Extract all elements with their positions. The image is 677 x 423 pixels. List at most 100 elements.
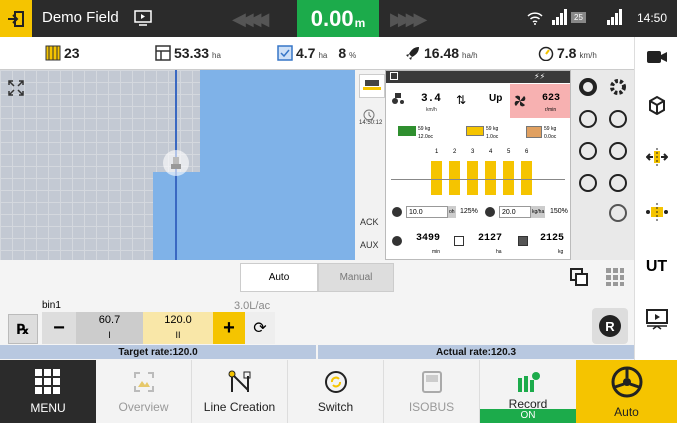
section-bar[interactable] <box>431 161 442 195</box>
softkey-rate5-icon[interactable] <box>579 174 597 192</box>
vt-menu-icon[interactable] <box>390 72 398 80</box>
target-rate-bar: Target rate:120.0 <box>0 345 316 359</box>
section-number: 5 <box>507 149 511 155</box>
record-icon <box>518 372 540 392</box>
counter2-unit: ha <box>496 249 502 255</box>
section-bar[interactable] <box>449 161 460 195</box>
rate-mode-button[interactable]: R <box>592 308 628 344</box>
prescription-button[interactable]: ℞ <box>8 314 38 344</box>
tank2-icon <box>466 126 484 136</box>
section-bar[interactable] <box>521 161 532 195</box>
mode-auto-button[interactable]: Auto <box>240 263 318 292</box>
line-creation-button[interactable]: Line Creation <box>192 360 288 423</box>
worked-area-value: 4.7 <box>296 45 316 61</box>
fan-icon <box>514 95 526 107</box>
record-button[interactable]: Record ON <box>480 360 576 423</box>
exit-button[interactable] <box>0 0 32 37</box>
iso-time: 14:50:12 <box>359 120 383 126</box>
steer-left-arrows-icon: ◀◀◀◀ <box>232 9 269 29</box>
layers-icon[interactable] <box>570 268 588 291</box>
target-rate: Target rate:120.0 <box>118 346 198 358</box>
ut-button[interactable]: UT <box>635 247 677 287</box>
coverage-strip <box>153 172 203 260</box>
aux-label[interactable]: AUX <box>360 240 379 250</box>
section-number: 6 <box>525 149 529 155</box>
actual-rate: Actual rate:120.3 <box>435 346 517 358</box>
top-bar: Demo Field ◀◀◀◀ 0.00 m ▶▶▶▶ 25 14:50 <box>0 0 677 37</box>
field-name[interactable]: Demo Field <box>42 9 119 26</box>
counter-row: 3499 min 2127 ha 2125 kg <box>386 226 570 260</box>
boom-button[interactable] <box>635 192 677 232</box>
section-bar[interactable] <box>485 161 496 195</box>
rate-right-percent: 150% <box>550 208 568 215</box>
vt-mask: ⚡⚡ 3.4 km/h ⇅ Up 623 r/min 59 kg 12.0oc … <box>385 70 571 260</box>
softkey-rate2-icon[interactable] <box>609 110 627 128</box>
refresh-button[interactable]: ⟳ <box>245 312 275 344</box>
decrease-button[interactable]: − <box>42 312 76 344</box>
counter1-value: 3499 <box>416 233 441 244</box>
isobus-icon <box>421 370 442 393</box>
counter3-unit: kg <box>558 249 564 255</box>
tank2-value: 59 kg <box>486 126 498 132</box>
vt-header: ⚡⚡ <box>386 71 570 83</box>
softkey-rate6-icon[interactable] <box>609 174 627 192</box>
menu-button[interactable]: MENU <box>0 360 96 423</box>
softkey-rate3-icon[interactable] <box>579 142 597 160</box>
section-number: 4 <box>489 149 493 155</box>
3d-view-button[interactable] <box>635 85 677 125</box>
bottom-nav: MENU Overview Line Creation Switch ISOBU… <box>0 360 677 423</box>
rate-right-icon <box>485 207 495 217</box>
mode-manual-button[interactable]: Manual <box>318 263 394 292</box>
rate-right-value[interactable]: 20.0 <box>499 206 531 218</box>
value-right-box[interactable]: 120.0 II <box>143 312 213 344</box>
isobus-button[interactable]: ISOBUS <box>384 360 480 423</box>
softkey-record-icon[interactable] <box>579 78 597 96</box>
boom-line <box>391 179 565 180</box>
speed-value: 0.00 <box>310 5 354 31</box>
actual-rate-bar: Actual rate:120.3 <box>318 345 634 359</box>
softkey-rate4-icon[interactable] <box>609 142 627 160</box>
stats-bar: 23 53.33 ha 4.7 ha 8% 16.48 ha/h 7.8 km/h <box>0 37 634 70</box>
speedometer-icon <box>538 46 554 61</box>
softkey-calibrate-icon[interactable] <box>609 204 627 222</box>
average-speed-value: 7.8 <box>557 45 577 61</box>
fullscreen-icon[interactable] <box>8 80 24 101</box>
speed-unit: m <box>354 15 366 30</box>
field-area-value: 53.33 <box>174 45 210 61</box>
section-number: 2 <box>453 149 457 155</box>
auto-steer-button[interactable]: Auto <box>576 360 677 423</box>
coverage-area <box>200 70 355 260</box>
softkey-settings-icon[interactable] <box>609 78 627 101</box>
section-bar[interactable] <box>503 161 514 195</box>
switch-button[interactable]: Switch <box>288 360 384 423</box>
value-left-box[interactable]: 60.7 I <box>76 312 143 344</box>
grid-view-icon[interactable] <box>606 268 624 291</box>
vt-status-icon: ⚡⚡ <box>534 72 546 81</box>
ack-label[interactable]: ACK <box>360 217 379 227</box>
counter3-icon <box>518 236 528 246</box>
implement-icon[interactable] <box>359 74 385 98</box>
softkey-rate1-icon[interactable] <box>579 110 597 128</box>
minus-icon: − <box>53 316 65 339</box>
field-area: 53.33 ha <box>155 45 221 61</box>
overview-button[interactable]: Overview <box>96 360 192 423</box>
presentation-button[interactable] <box>635 299 677 339</box>
worked-area-icon <box>277 45 293 61</box>
boom-icon <box>645 203 668 221</box>
field-map[interactable] <box>0 70 355 260</box>
section-align-button[interactable] <box>635 137 677 177</box>
rate-display: 3.0L/ac <box>234 300 271 312</box>
camera-button[interactable] <box>635 37 677 77</box>
wifi-icon <box>527 11 543 30</box>
increase-button[interactable]: + <box>213 312 245 344</box>
vt-tractor-icon <box>391 91 405 109</box>
swath-count: 23 <box>45 45 80 61</box>
overview-icon <box>133 371 154 392</box>
screen-icon[interactable] <box>134 9 152 32</box>
steering-wheel-icon <box>611 366 642 397</box>
field-area-icon <box>155 45 171 61</box>
rate-left-value[interactable]: 10.0 <box>406 206 448 218</box>
tank3-value: 59 kg <box>544 126 556 132</box>
work-rate-value: 16.48 <box>424 45 460 61</box>
section-bar[interactable] <box>467 161 478 195</box>
